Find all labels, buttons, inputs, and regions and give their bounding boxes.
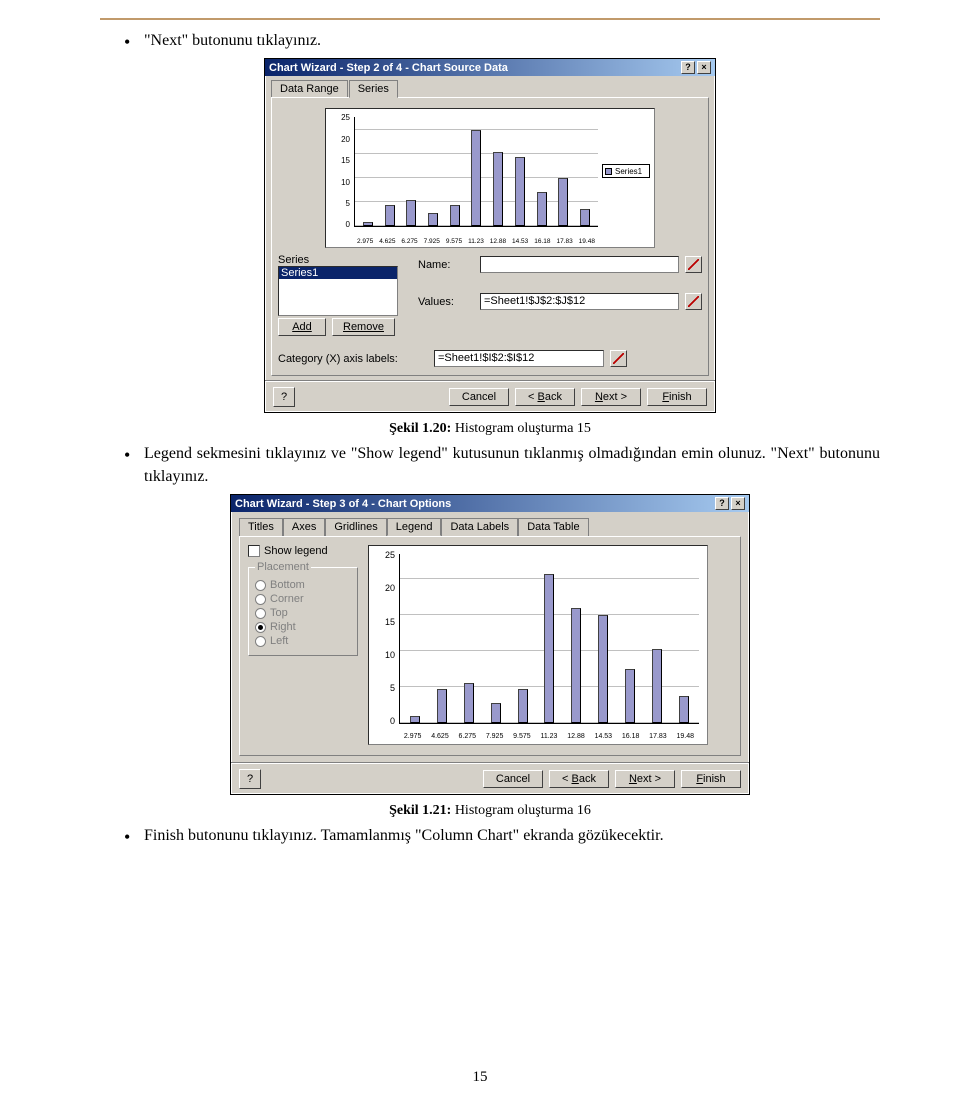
tabstrip-step2: Data Range Series [265,76,715,97]
chart-wizard-step3-dialog: Chart Wizard - Step 3 of 4 - Chart Optio… [230,494,750,795]
titlebar-title: Chart Wizard - Step 2 of 4 - Chart Sourc… [269,62,508,74]
doc-bullet-list-3: Finish butonunu tıklayınız. Tamamlanmış … [124,825,880,847]
bullet-legend: Legend sekmesini tıklayınız ve "Show leg… [124,443,880,488]
values-range-picker-icon[interactable] [685,293,702,310]
back-button[interactable]: < Back [515,388,575,406]
add-button[interactable]: Add [278,318,326,336]
close-icon[interactable]: × [731,497,745,510]
radio-corner[interactable]: Corner [255,593,351,605]
chart-preview-step2: 0510152025 2.9754.6256.2757.9259.57511.2… [325,108,655,248]
series-listbox[interactable]: Series1 [278,266,398,316]
bullet-finish: Finish butonunu tıklayınız. Tamamlanmış … [124,825,880,847]
caption-1: Şekil 1.20: Histogram oluşturma 15 [100,421,880,437]
tab-data-range[interactable]: Data Range [271,80,348,97]
bullet-next-1: "Next" butonunu tıklayınız. [124,30,880,52]
titlebar-step2: Chart Wizard - Step 2 of 4 - Chart Sourc… [265,59,715,76]
caption-2: Şekil 1.21: Histogram oluşturma 16 [100,803,880,819]
y-axis-ticks: 0510152025 [328,113,350,229]
titlebar-title-3: Chart Wizard - Step 3 of 4 - Chart Optio… [235,498,451,510]
show-legend-checkbox[interactable]: Show legend [248,545,358,557]
button-row-step2: ? Cancel < Back Next > Finish [265,382,715,412]
x-axis-ticks-2: 2.9754.6256.2757.9259.57511.2312.8814.53… [399,733,699,740]
category-x-label: Category (X) axis labels: [278,353,428,365]
tab-series[interactable]: Series [349,80,398,98]
cancel-button[interactable]: Cancel [449,388,509,406]
series-label: Series [278,254,408,266]
name-range-picker-icon[interactable] [685,256,702,273]
help-icon[interactable]: ? [681,61,695,74]
name-field[interactable] [480,256,679,273]
legend-swatch-icon [605,168,612,175]
finish-button[interactable]: Finish [647,388,707,406]
tab-data-labels[interactable]: Data Labels [441,518,518,536]
cancel-button-3[interactable]: Cancel [483,770,543,788]
tab-titles[interactable]: Titles [239,518,283,536]
doc-bullet-list-2: Legend sekmesini tıklayınız ve "Show leg… [124,443,880,488]
radio-top[interactable]: Top [255,607,351,619]
tabstrip-step3: Titles Axes Gridlines Legend Data Labels… [231,512,749,536]
button-row-step3: ? Cancel < Back Next > Finish [231,764,749,794]
chart-wizard-step2-dialog: Chart Wizard - Step 2 of 4 - Chart Sourc… [264,58,716,413]
plot-area [354,117,598,227]
back-button-3[interactable]: < Back [549,770,609,788]
bars [355,117,598,226]
placement-group: Placement Bottom Corner Top Right Left [248,561,358,656]
chart-legend: Series1 [602,164,650,178]
placement-legend: Placement [255,561,311,573]
next-button[interactable]: Next > [581,388,641,406]
y-axis-ticks-2: 0510152025 [375,550,395,726]
tab-legend[interactable]: Legend [387,518,442,536]
close-icon[interactable]: × [697,61,711,74]
name-label: Name: [418,259,474,271]
page-number: 15 [0,1069,960,1086]
tab-axes[interactable]: Axes [283,518,325,536]
radio-right[interactable]: Right [255,621,351,633]
tab-data-table[interactable]: Data Table [518,518,588,536]
panel-legend: Show legend Placement Bottom Corner Top … [239,536,741,756]
remove-button[interactable]: Remove [332,318,395,336]
next-button-3[interactable]: Next > [615,770,675,788]
values-field[interactable]: =Sheet1!$J$2:$J$12 [480,293,679,310]
plot-area-2 [399,554,699,724]
catx-range-picker-icon[interactable] [610,350,627,367]
radio-bottom[interactable]: Bottom [255,579,351,591]
panel-series: 0510152025 2.9754.6256.2757.9259.57511.2… [271,97,709,376]
titlebar-step3: Chart Wizard - Step 3 of 4 - Chart Optio… [231,495,749,512]
chart-preview-step3: 0510152025 2.9754.6256.2757.9259.57511.2… [368,545,708,745]
checkbox-icon [248,545,260,557]
help-button-3[interactable]: ? [239,769,261,789]
values-label: Values: [418,296,474,308]
bars-2 [400,554,699,723]
help-button[interactable]: ? [273,387,295,407]
x-axis-ticks: 2.9754.6256.2757.9259.57511.2312.8814.53… [354,238,598,245]
finish-button-3[interactable]: Finish [681,770,741,788]
series-item[interactable]: Series1 [279,267,397,279]
legend-label: Series1 [615,167,642,176]
category-x-field[interactable]: =Sheet1!$I$2:$I$12 [434,350,604,367]
tab-gridlines[interactable]: Gridlines [325,518,386,536]
doc-bullet-list-1: "Next" butonunu tıklayınız. [124,30,880,52]
radio-left[interactable]: Left [255,635,351,647]
top-rule [100,18,880,20]
help-icon[interactable]: ? [715,497,729,510]
